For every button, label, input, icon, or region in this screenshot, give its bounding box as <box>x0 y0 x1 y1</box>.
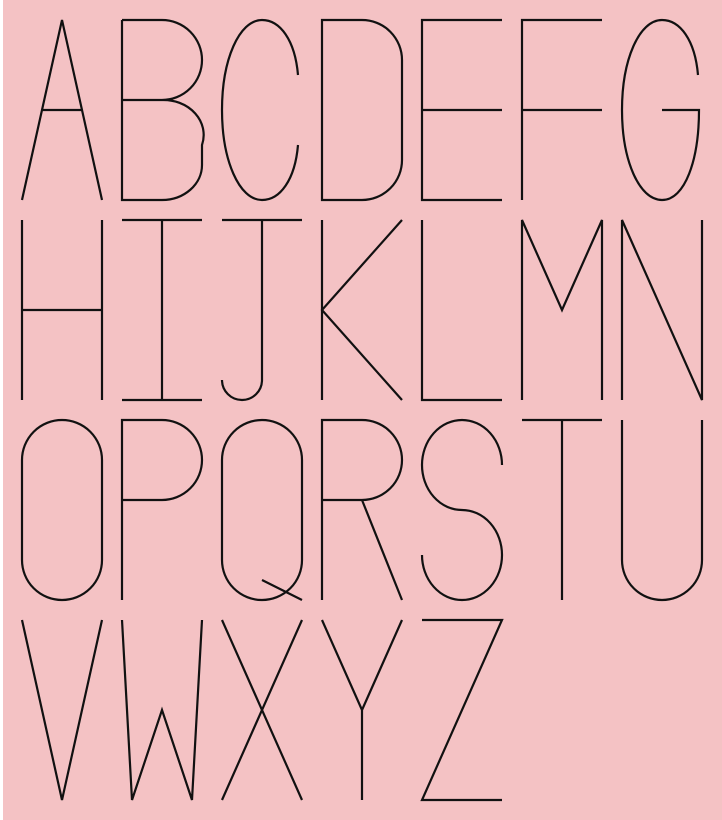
poster-background <box>3 0 722 820</box>
alphabet-poster: ABCDEFGHIJKLMNOPQRSTUVWXYZ <box>0 0 722 820</box>
alphabet-canvas: ABCDEFGHIJKLMNOPQRSTUVWXYZ <box>3 0 722 820</box>
